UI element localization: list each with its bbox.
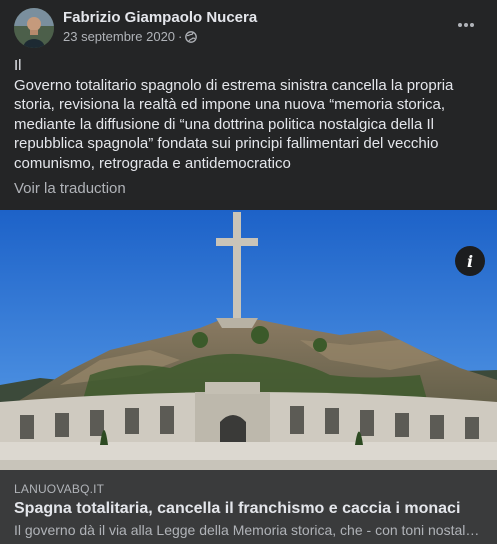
see-translation-link[interactable]: Voir la traduction <box>14 180 126 197</box>
facebook-post: Fabrizio Giampaolo Nucera 23 septembre 2… <box>0 0 497 544</box>
author-name[interactable]: Fabrizio Giampaolo Nucera <box>63 9 257 26</box>
more-horizontal-icon <box>458 23 474 27</box>
link-preview[interactable]: LANUOVABQ.IT Spagna totalitaria, cancell… <box>0 470 497 544</box>
globe-icon[interactable] <box>185 30 198 43</box>
link-preview-image[interactable] <box>0 210 497 470</box>
more-options-button[interactable] <box>453 12 479 38</box>
avatar-image <box>14 8 54 48</box>
meta-separator: · <box>178 29 183 44</box>
info-icon: i <box>466 251 474 271</box>
image-info-button[interactable]: i <box>455 246 485 276</box>
avatar[interactable] <box>14 8 54 48</box>
link-title[interactable]: Spagna totalitaria, cancella il franchis… <box>14 500 489 518</box>
post-header: Fabrizio Giampaolo Nucera 23 septembre 2… <box>0 0 497 52</box>
post-text: Il Governo totalitario spagnolo di estre… <box>14 56 476 173</box>
link-description: Il governo dà il via alla Legge della Me… <box>14 522 484 538</box>
post-meta: 23 septembre 2020 · <box>63 29 198 44</box>
post-text-line: Il <box>14 57 22 74</box>
post-text-line: Governo totalitario spagnolo di estrema … <box>14 76 454 172</box>
post-date[interactable]: 23 septembre 2020 <box>63 29 175 44</box>
link-domain: LANUOVABQ.IT <box>14 482 105 496</box>
